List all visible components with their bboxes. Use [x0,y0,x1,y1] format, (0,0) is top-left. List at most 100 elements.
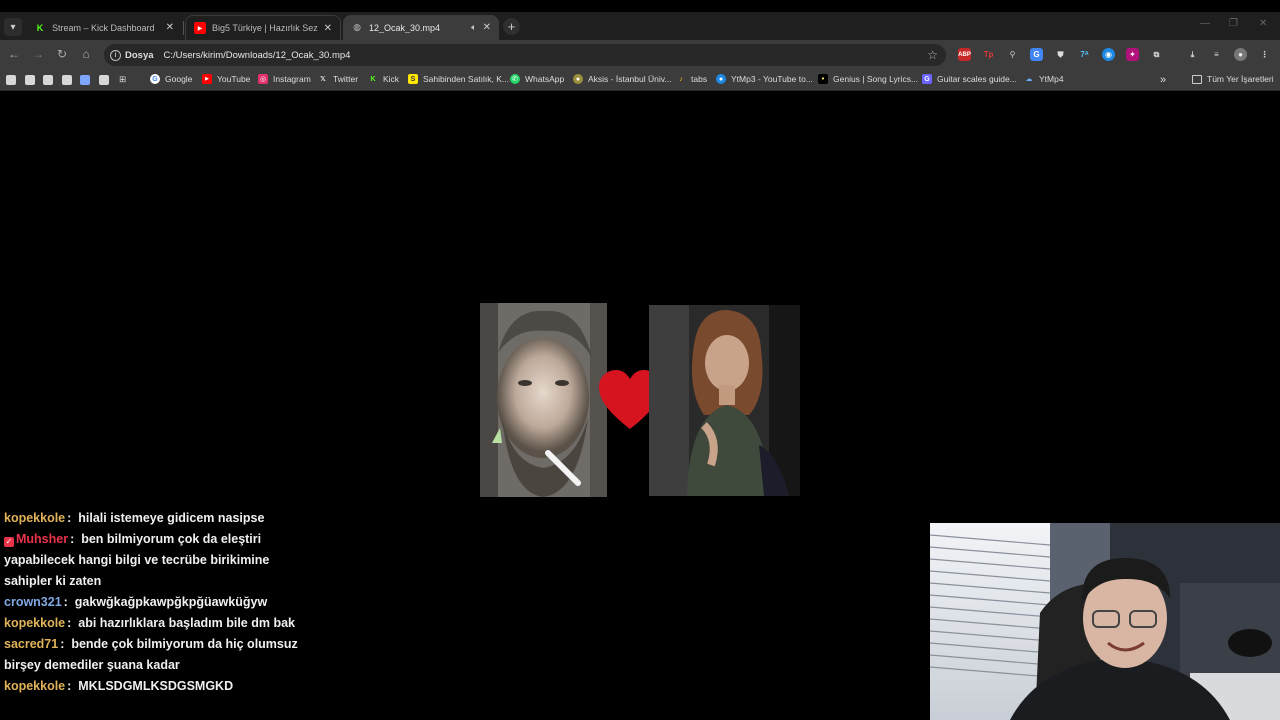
chevron-down-icon: ▾ [10,21,16,33]
chat-username: kopekkole [4,511,66,525]
bookmark-folder-icon[interactable] [43,75,53,85]
chat-username: sacred71 [4,637,59,651]
site-info-chip[interactable]: i Dosya [110,49,154,61]
reload-icon[interactable]: ↻ [54,47,70,61]
apps-grid-icon[interactable]: ⊞ [119,74,126,85]
bookmark-sahibinden[interactable]: S Sahibinden Satılık, K... [408,74,509,84]
bookmark-folder-icon[interactable] [80,75,90,85]
media-controls-icon[interactable]: ≡ [1210,48,1223,61]
bookmarks-bar: ⊞ G Google ▶ YouTube ◎ Instagram 𝕏 Twitt… [0,70,1280,91]
close-icon[interactable]: ✕ [324,23,332,34]
tab-video-file[interactable]: ◍ 12_Ocak_30.mp4 🔈︎ ✕ [343,15,499,40]
chat-username: crown321 [4,595,62,609]
globe-icon: ◍ [353,22,361,32]
kick-icon: K [370,75,376,83]
bookmark-google[interactable]: G Google [150,74,192,84]
chat-overlay: kopekkole: hilali istemeye gidicem nasip… [4,508,304,697]
profile-avatar-icon[interactable]: ● [1234,48,1247,61]
bookmark-folder-icon[interactable] [6,75,16,85]
speaker-icon[interactable]: 🔈︎ [471,22,476,33]
x-icon: 𝕏 [320,76,326,83]
info-icon: i [110,49,121,61]
bookmark-ytmp3[interactable]: ● YtMp3 - YouTube to... [716,74,813,84]
tab-title: Stream – Kick Dashboard [52,22,155,33]
tabs-icon: ♪ [679,75,683,83]
kebab-menu-icon[interactable]: ⋮ [1258,48,1271,61]
home-icon[interactable]: ⌂ [78,47,94,61]
folder-icon [1192,74,1202,84]
google-icon: G [150,74,160,84]
adblock-icon[interactable]: ABP [958,48,971,61]
bookmark-kick[interactable]: K Kick [368,74,399,84]
back-icon[interactable]: ← [6,47,22,61]
chat-username: kopekkole [4,616,66,630]
bookmark-ytmp4[interactable]: ☁ YtMp4 [1024,74,1064,84]
bookmark-twitter[interactable]: 𝕏 Twitter [318,74,358,84]
new-tab-button[interactable]: + [503,18,520,35]
chat-message-text: gakwğkağpkawpğkpğüawküğyw [74,595,268,609]
close-icon[interactable]: ✕ [483,22,491,33]
tab-big5-turkiye[interactable]: ▶ Big5 Türkiye | Hazırlık Sezonu 3 ✕ [185,15,341,40]
ytmp3-icon: ● [716,74,726,84]
kick-icon: K [36,22,44,33]
sahibinden-icon: S [408,74,418,84]
genius-icon: • [818,74,828,84]
bookmark-instagram[interactable]: ◎ Instagram [258,74,311,84]
chat-message-text: abi hazırlıklara başladım bile dm bak [78,616,295,630]
bookmark-aksis[interactable]: ● Aksis - İstanbul Üniv... [573,74,671,84]
youtube-icon: ▶ [194,22,206,34]
youtube-icon: ▶ [202,74,212,84]
chat-message: kopekkole: MKLSDGMLKSDGSMGKD [4,679,234,693]
maximize-icon[interactable]: ❐ [1229,18,1238,29]
subscriber-badge-icon: ✓ [4,537,14,547]
address-bar[interactable]: i Dosya C:/Users/kirim/Downloads/12_Ocak… [104,44,946,66]
vpn-extension-icon[interactable]: ◉ [1102,48,1115,61]
tab-kick-dashboard[interactable]: K Stream – Kick Dashboard ✕ [26,15,182,40]
site-chip-label: Dosya [125,49,154,61]
bookmark-folder-icon[interactable] [62,75,72,85]
download-icon[interactable]: ⤓ [1186,48,1199,61]
url-text[interactable]: C:/Users/kirim/Downloads/12_Ocak_30.mp4 [164,50,351,61]
browser-toolbar: ← → ↻ ⌂ i Dosya C:/Users/kirim/Downloads… [0,40,1280,70]
translate-icon[interactable]: G [1030,48,1043,61]
tab-search-button[interactable]: ▾ [4,18,22,36]
chat-message-text: MKLSDGMLKSDGSMGKD [78,679,234,693]
chat-username: kopekkole [4,679,66,693]
bookmark-folder-icon[interactable] [25,75,35,85]
aksis-icon: ● [573,74,583,84]
whatsapp-icon: ✆ [510,74,520,84]
bookmark-genius[interactable]: • Genius | Song Lyrics... [818,74,918,84]
bookmark-folder-icon[interactable] [99,75,109,85]
extensions-puzzle-icon[interactable]: ⧉ [1150,48,1163,61]
shield-icon[interactable]: ⛊ [1054,48,1067,61]
photo-right-woman [649,305,800,496]
instagram-icon: ◎ [258,74,268,84]
chat-message-text: hilali istemeye gidicem nasipse [78,511,265,525]
tp-extension-icon[interactable]: Tp [982,48,995,61]
bookmark-guitar-scales[interactable]: G Guitar scales guide... [922,74,1017,84]
tab-title: 12_Ocak_30.mp4 [369,22,441,33]
translator-extension-icon[interactable]: 7ᴬ [1078,48,1091,61]
chat-username: Muhsher [16,532,69,546]
search-icon[interactable]: ⚲ [1006,48,1019,61]
cloud-icon: ☁ [1025,76,1033,83]
plus-icon: + [507,19,516,34]
minimize-icon[interactable]: — [1200,18,1210,29]
webcam-overlay [930,523,1280,720]
window-close-icon[interactable]: ✕ [1259,18,1267,29]
media-extension-icon[interactable]: ✦ [1126,48,1139,61]
tab-title: Big5 Türkiye | Hazırlık Sezonu 3 [212,23,318,33]
guitar-icon: G [922,74,932,84]
bookmark-whatsapp[interactable]: ✆ WhatsApp [510,74,564,84]
close-icon[interactable]: ✕ [166,22,174,33]
all-bookmarks-button[interactable]: Tüm Yer İşaretleri [1192,74,1274,84]
forward-icon[interactable]: → [30,47,46,61]
photo-left-man [480,303,607,497]
chat-message: kopekkole: hilali istemeye gidicem nasip… [4,511,265,525]
bookmark-star-icon[interactable]: ☆ [927,48,938,62]
bookmark-youtube[interactable]: ▶ YouTube [202,74,250,84]
bookmark-tabs[interactable]: ♪ tabs [676,74,707,84]
chat-message: ✓ Muhsher: ben bilmiyorum çok da eleştiri… [4,532,270,588]
chat-message: sacred71: bende çok bilmiyorum da hiç ol… [4,637,298,672]
more-bookmarks-chevron-icon[interactable]: » [1160,74,1166,86]
